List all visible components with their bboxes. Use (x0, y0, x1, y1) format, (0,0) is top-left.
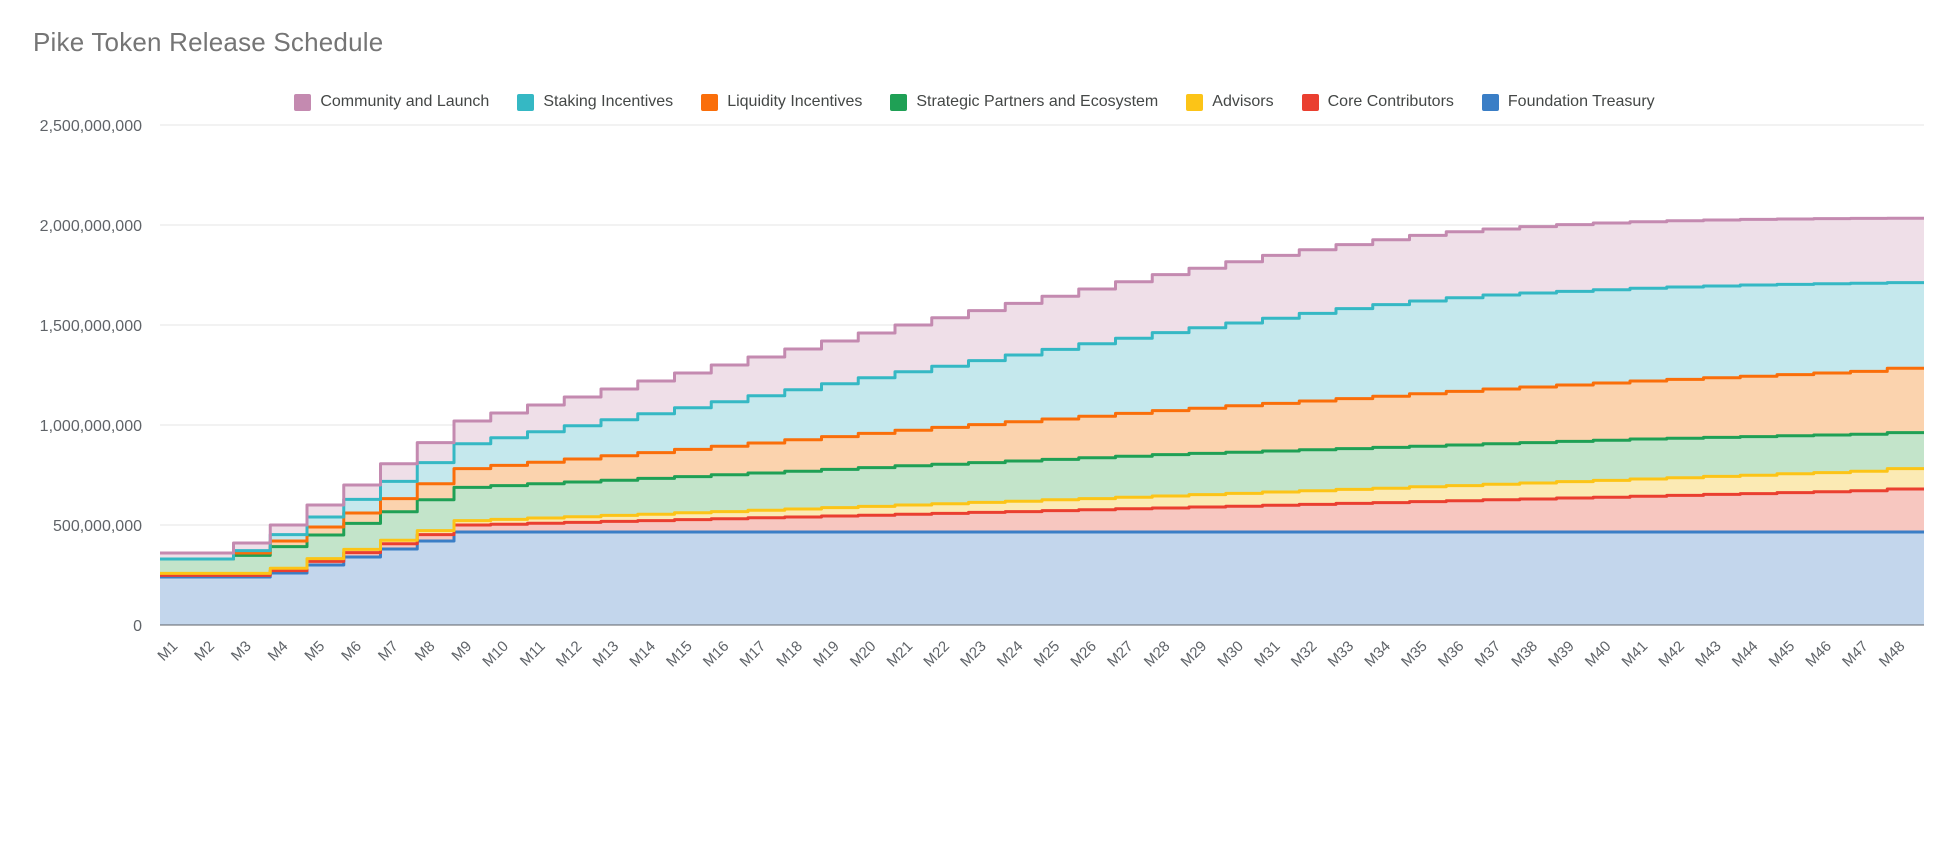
y-axis-tick-label: 2,000,000,000 (40, 218, 142, 235)
x-axis-tick-label: M31 (1251, 638, 1284, 671)
x-axis-tick-label: M29 (1178, 638, 1211, 671)
x-axis-tick-label: M44 (1729, 638, 1762, 671)
x-axis-tick-label: M1 (154, 638, 181, 665)
x-axis-tick-label: M9 (448, 638, 475, 665)
x-axis-tick-label: M5 (301, 638, 328, 665)
x-axis-tick-label: M40 (1582, 638, 1615, 671)
x-axis-tick-label: M48 (1876, 638, 1909, 671)
chart-page: Pike Token Release Schedule Community an… (0, 0, 1949, 856)
x-axis-tick-label: M33 (1325, 638, 1358, 671)
x-axis-tick-label: M19 (810, 638, 843, 671)
x-axis-tick-label: M11 (517, 638, 549, 670)
x-axis-tick-label: M42 (1655, 638, 1688, 671)
y-axis-tick-label: 2,500,000,000 (40, 118, 142, 135)
x-axis-tick-label: M32 (1288, 638, 1321, 671)
x-axis-tick-label: M26 (1067, 638, 1100, 671)
x-axis-tick-label: M46 (1802, 638, 1835, 671)
x-axis-tick-label: M43 (1692, 638, 1725, 671)
stacked-area-chart: 0 500,000,000 1,000,000,000 1,500,000,000 2,… (40, 118, 1924, 671)
y-axis-tick-label: 500,000,000 (53, 518, 142, 535)
x-axis-tick-label: M39 (1545, 638, 1578, 671)
y-axis-tick-label: 0 (133, 618, 142, 635)
x-axis-tick-label: M14 (626, 638, 659, 671)
x-axis-tick-label: M8 (412, 638, 439, 665)
x-axis-tick-label: M41 (1619, 638, 1652, 671)
x-axis-tick-label: M22 (920, 638, 953, 671)
y-axis-tick-label: 1,000,000,000 (40, 418, 142, 435)
x-axis-tick-label: M18 (773, 638, 806, 671)
x-axis-tick-label: M27 (1104, 638, 1137, 671)
y-axis-tick-label: 1,500,000,000 (40, 318, 142, 335)
x-axis-tick-label: M13 (590, 638, 623, 671)
area-band-foundation-treasury (160, 532, 1924, 625)
x-axis-tick-label: M23 (957, 638, 990, 671)
x-axis-tick-label: M12 (553, 638, 586, 671)
x-axis-tick-label: M16 (700, 638, 733, 671)
x-axis-tick-label: M2 (191, 638, 218, 665)
x-axis-tick-label: M17 (737, 638, 770, 671)
x-axis-tick-label: M47 (1839, 638, 1872, 671)
x-axis-tick-label: M3 (228, 638, 255, 665)
x-axis-tick-label: M36 (1435, 638, 1468, 671)
plot-area: 0 500,000,000 1,000,000,000 1,500,000,000 2,… (0, 0, 1949, 856)
x-axis-tick-label: M4 (265, 638, 292, 665)
x-axis-tick-label: M25 (1031, 638, 1064, 671)
x-axis-tick-label: M20 (847, 638, 880, 671)
x-axis-tick-label: M24 (994, 638, 1027, 671)
x-axis-tick-label: M15 (663, 638, 696, 671)
x-axis-tick-label: M45 (1766, 638, 1799, 671)
x-axis-tick-label: M37 (1472, 638, 1505, 671)
x-axis-tick-label: M38 (1508, 638, 1541, 671)
x-axis-tick-label: M10 (479, 638, 512, 671)
x-axis-tick-label: M30 (1214, 638, 1247, 671)
x-axis-tick-label: M35 (1398, 638, 1431, 671)
x-axis-tick-label: M21 (884, 638, 917, 671)
x-axis-tick-label: M7 (375, 638, 402, 665)
x-axis-tick-label: M6 (338, 638, 365, 665)
x-axis-tick-label: M28 (1141, 638, 1174, 671)
x-axis-tick-label: M34 (1361, 638, 1394, 671)
